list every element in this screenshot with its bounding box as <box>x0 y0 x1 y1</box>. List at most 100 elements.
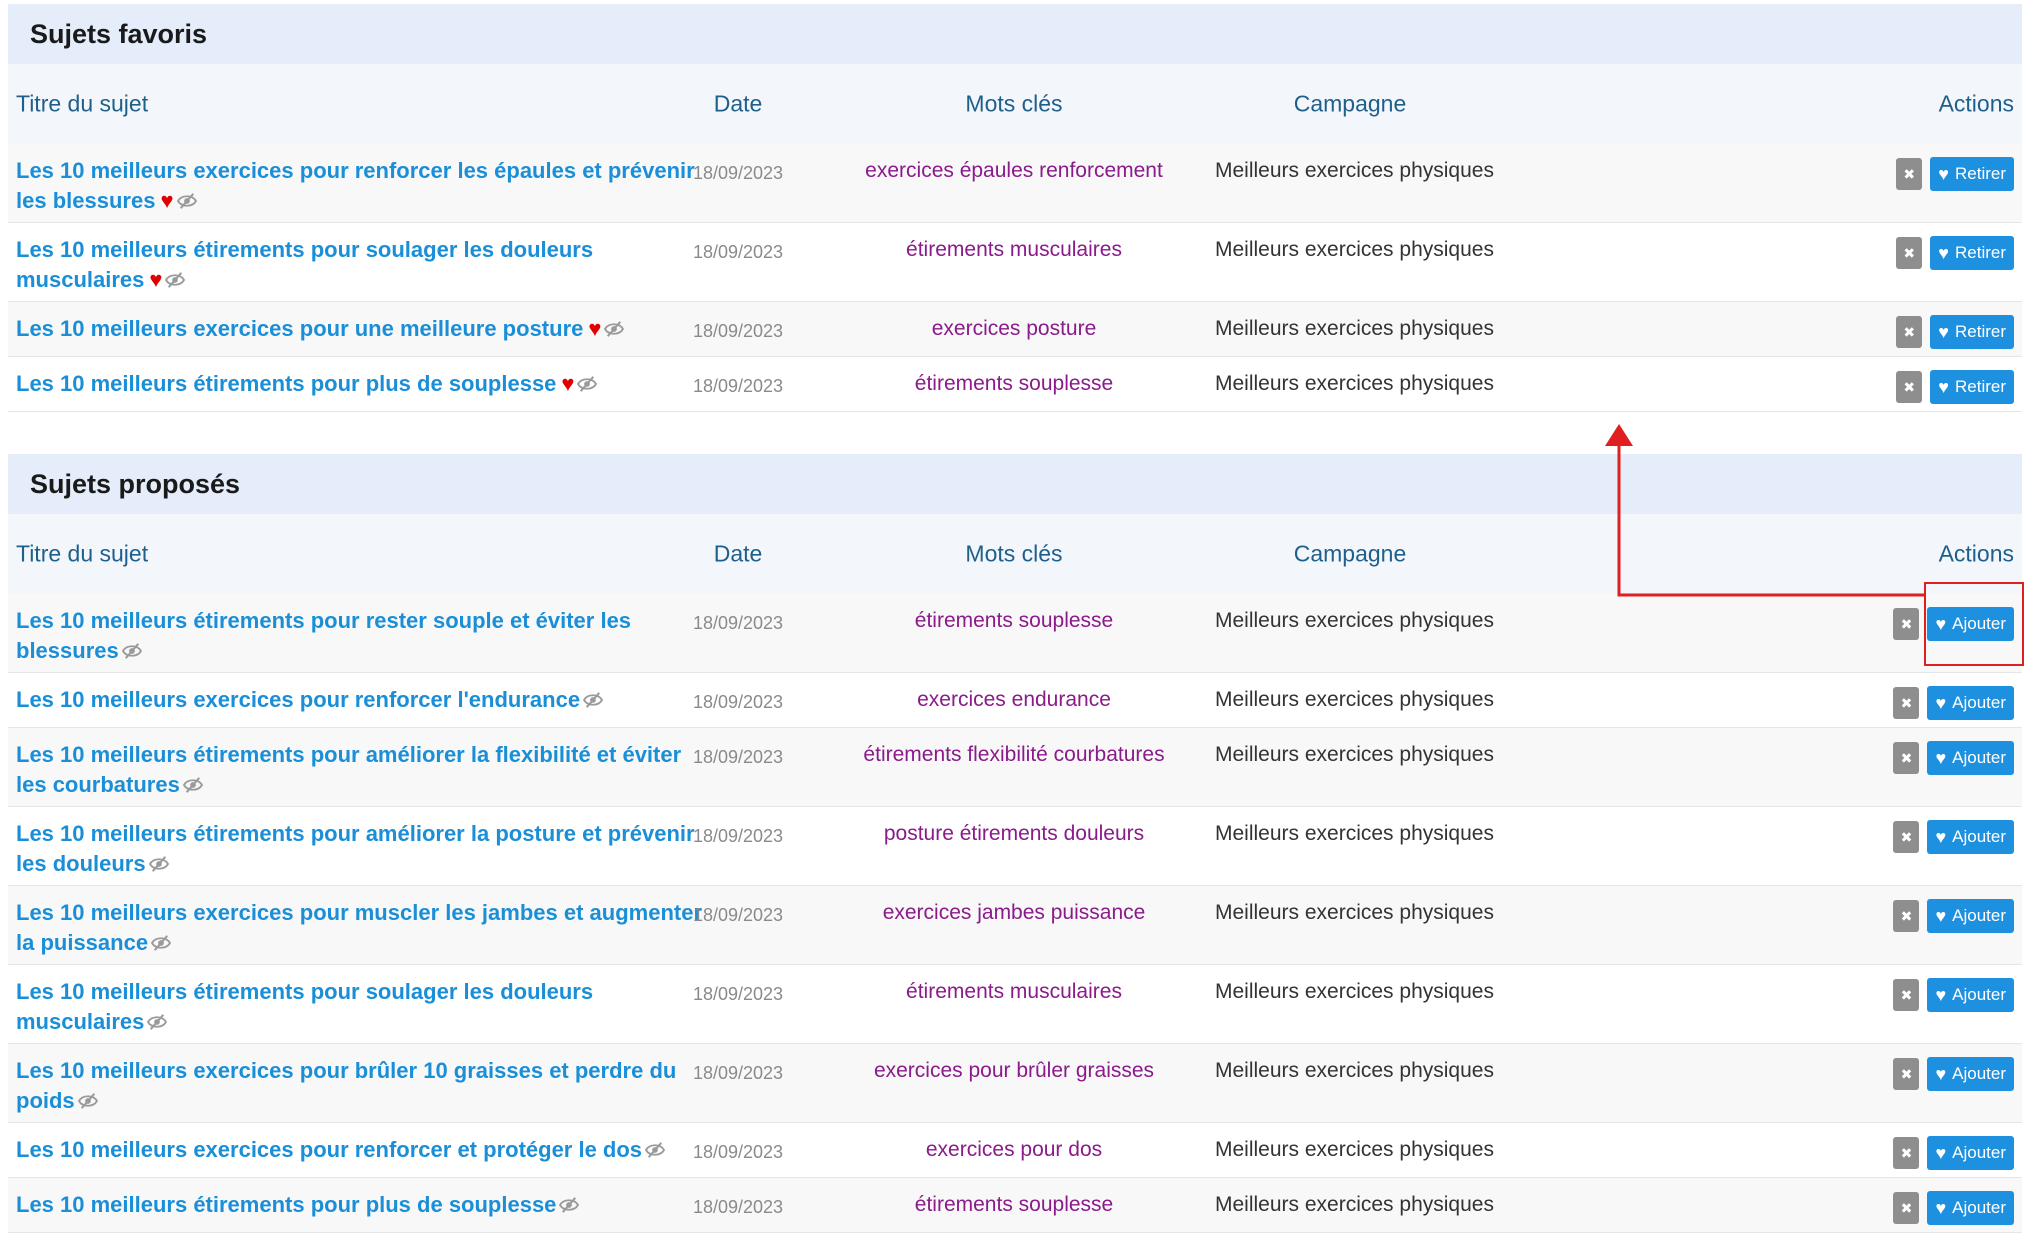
column-header-keywords[interactable]: Mots clés <box>965 541 1062 568</box>
column-header-date[interactable]: Date <box>714 91 763 118</box>
heart-icon: ♥ <box>1935 1198 1947 1218</box>
topic-date: 18/09/2023 <box>692 1197 784 1217</box>
eye-slash-icon[interactable] <box>558 1192 580 1213</box>
button-label: Ajouter <box>1952 1198 2006 1217</box>
close-icon: ✖ <box>1900 1199 1913 1216</box>
add-favorite-button[interactable]: ♥ Ajouter <box>1927 1136 2014 1170</box>
dismiss-button[interactable]: ✖ <box>1893 687 1920 719</box>
topic-keywords: posture étirements douleurs <box>883 822 1145 845</box>
page: Sujets favoris Titre du sujet Date Mots … <box>0 0 2030 1234</box>
dismiss-button[interactable]: ✖ <box>1893 1192 1920 1224</box>
column-header-keywords[interactable]: Mots clés <box>965 91 1062 118</box>
topic-title-link[interactable]: Les 10 meilleurs étirements pour soulage… <box>16 979 593 1034</box>
dismiss-button[interactable]: ✖ <box>1893 1137 1920 1169</box>
favorites-heading: Sujets favoris <box>8 4 2022 64</box>
dismiss-button[interactable]: ✖ <box>1893 742 1920 774</box>
column-header-campaign[interactable]: Campagne <box>1294 541 1407 568</box>
topic-title-link[interactable]: Les 10 meilleurs exercices pour muscler … <box>16 900 702 955</box>
heart-icon: ♥ <box>1935 827 1947 847</box>
add-favorite-button[interactable]: ♥ Ajouter <box>1927 1057 2014 1091</box>
table-row: Les 10 meilleurs étirements pour amélior… <box>8 728 2022 807</box>
topic-title-link[interactable]: Les 10 meilleurs exercices pour renforce… <box>16 158 695 213</box>
add-favorite-button[interactable]: ♥ Ajouter <box>1927 686 2014 720</box>
close-icon: ✖ <box>1900 907 1913 924</box>
dismiss-button[interactable]: ✖ <box>1896 371 1923 403</box>
eye-slash-icon[interactable] <box>146 1009 168 1030</box>
topic-keywords: exercices pour dos <box>925 1138 1103 1161</box>
topic-campaign: Meilleurs exercices physiques <box>1215 159 1494 182</box>
heart-icon: ♥ <box>1935 748 1947 768</box>
topic-campaign: Meilleurs exercices physiques <box>1215 688 1494 711</box>
eye-slash-icon[interactable] <box>150 930 172 951</box>
table-row: Les 10 meilleurs exercices pour renforce… <box>8 1123 2022 1178</box>
dismiss-button[interactable]: ✖ <box>1893 821 1920 853</box>
table-row: Les 10 meilleurs exercices pour renforce… <box>8 673 2022 728</box>
eye-slash-icon[interactable] <box>176 188 198 209</box>
dismiss-button[interactable]: ✖ <box>1893 979 1920 1011</box>
eye-slash-icon[interactable] <box>121 638 143 659</box>
topic-date: 18/09/2023 <box>692 905 784 925</box>
button-label: Retirer <box>1954 164 2006 183</box>
eye-slash-icon[interactable] <box>164 267 186 288</box>
column-header-date[interactable]: Date <box>714 541 763 568</box>
column-header-campaign[interactable]: Campagne <box>1294 91 1407 118</box>
topic-title-link[interactable]: Les 10 meilleurs exercices pour renforce… <box>16 687 580 712</box>
topic-keywords: étirements souplesse <box>914 609 1114 632</box>
column-header-title[interactable]: Titre du sujet <box>16 91 148 118</box>
topic-title-link[interactable]: Les 10 meilleurs étirements pour plus de… <box>16 371 556 396</box>
eye-slash-icon[interactable] <box>644 1137 666 1158</box>
eye-slash-icon[interactable] <box>182 772 204 793</box>
close-icon: ✖ <box>1900 749 1913 766</box>
topic-title-link[interactable]: Les 10 meilleurs étirements pour soulage… <box>16 237 593 292</box>
dismiss-button[interactable]: ✖ <box>1893 900 1920 932</box>
remove-favorite-button[interactable]: ♥ Retirer <box>1930 236 2014 270</box>
table-row: Les 10 meilleurs exercices pour brûler 1… <box>8 1044 2022 1123</box>
eye-slash-icon[interactable] <box>603 316 625 337</box>
dismiss-button[interactable]: ✖ <box>1893 608 1920 640</box>
close-icon: ✖ <box>1903 165 1916 182</box>
topic-title-link[interactable]: Les 10 meilleurs exercices pour renforce… <box>16 1137 642 1162</box>
column-header-title[interactable]: Titre du sujet <box>16 541 148 568</box>
remove-favorite-button[interactable]: ♥ Retirer <box>1930 315 2014 349</box>
topic-campaign: Meilleurs exercices physiques <box>1215 1138 1494 1161</box>
topic-title-link[interactable]: Les 10 meilleurs étirements pour amélior… <box>16 821 695 876</box>
topic-title-cell: Les 10 meilleurs exercices pour renforce… <box>16 685 706 715</box>
add-favorite-button[interactable]: ♥ Ajouter <box>1927 741 2014 775</box>
annotation-highlight-box <box>1924 582 2024 666</box>
topic-date: 18/09/2023 <box>692 692 784 712</box>
dismiss-button[interactable]: ✖ <box>1893 1058 1920 1090</box>
topic-campaign: Meilleurs exercices physiques <box>1215 901 1494 924</box>
topic-title-link[interactable]: Les 10 meilleurs exercices pour une meil… <box>16 316 583 341</box>
dismiss-button[interactable]: ✖ <box>1896 237 1923 269</box>
eye-slash-icon[interactable] <box>576 371 598 392</box>
heart-icon: ♥ <box>1935 1064 1947 1084</box>
topic-title-cell: Les 10 meilleurs étirements pour amélior… <box>16 740 706 800</box>
row-actions: ✖ ♥ Ajouter <box>1893 899 2014 933</box>
topic-date: 18/09/2023 <box>692 613 784 633</box>
topic-title-cell: Les 10 meilleurs exercices pour brûler 1… <box>16 1056 706 1116</box>
table-row: Les 10 meilleurs étirements pour soulage… <box>8 223 2022 302</box>
remove-favorite-button[interactable]: ♥ Retirer <box>1930 370 2014 404</box>
remove-favorite-button[interactable]: ♥ Retirer <box>1930 157 2014 191</box>
topic-title-link[interactable]: Les 10 meilleurs étirements pour amélior… <box>16 742 681 797</box>
proposed-column-headers: Titre du sujet Date Mots clés Campagne A… <box>8 514 2022 594</box>
eye-slash-icon[interactable] <box>148 851 170 872</box>
topic-title-link[interactable]: Les 10 meilleurs étirements pour rester … <box>16 608 631 663</box>
add-favorite-button[interactable]: ♥ Ajouter <box>1927 978 2014 1012</box>
topic-title-link[interactable]: Les 10 meilleurs étirements pour plus de… <box>16 1192 556 1217</box>
topic-title-cell: Les 10 meilleurs étirements pour rester … <box>16 606 706 666</box>
heart-icon: ♥ <box>561 371 575 396</box>
table-row: Les 10 meilleurs étirements pour rester … <box>8 594 2022 673</box>
add-favorite-button[interactable]: ♥ Ajouter <box>1927 820 2014 854</box>
topic-title-link[interactable]: Les 10 meilleurs exercices pour brûler 1… <box>16 1058 676 1113</box>
eye-slash-icon[interactable] <box>77 1088 99 1109</box>
eye-slash-icon[interactable] <box>582 687 604 708</box>
add-favorite-button[interactable]: ♥ Ajouter <box>1927 1191 2014 1225</box>
add-favorite-button[interactable]: ♥ Ajouter <box>1927 899 2014 933</box>
topic-campaign: Meilleurs exercices physiques <box>1215 238 1494 261</box>
proposed-heading: Sujets proposés <box>8 454 2022 514</box>
topic-keywords: exercices endurance <box>917 688 1111 711</box>
topic-date: 18/09/2023 <box>692 242 784 262</box>
dismiss-button[interactable]: ✖ <box>1896 158 1923 190</box>
dismiss-button[interactable]: ✖ <box>1896 316 1923 348</box>
